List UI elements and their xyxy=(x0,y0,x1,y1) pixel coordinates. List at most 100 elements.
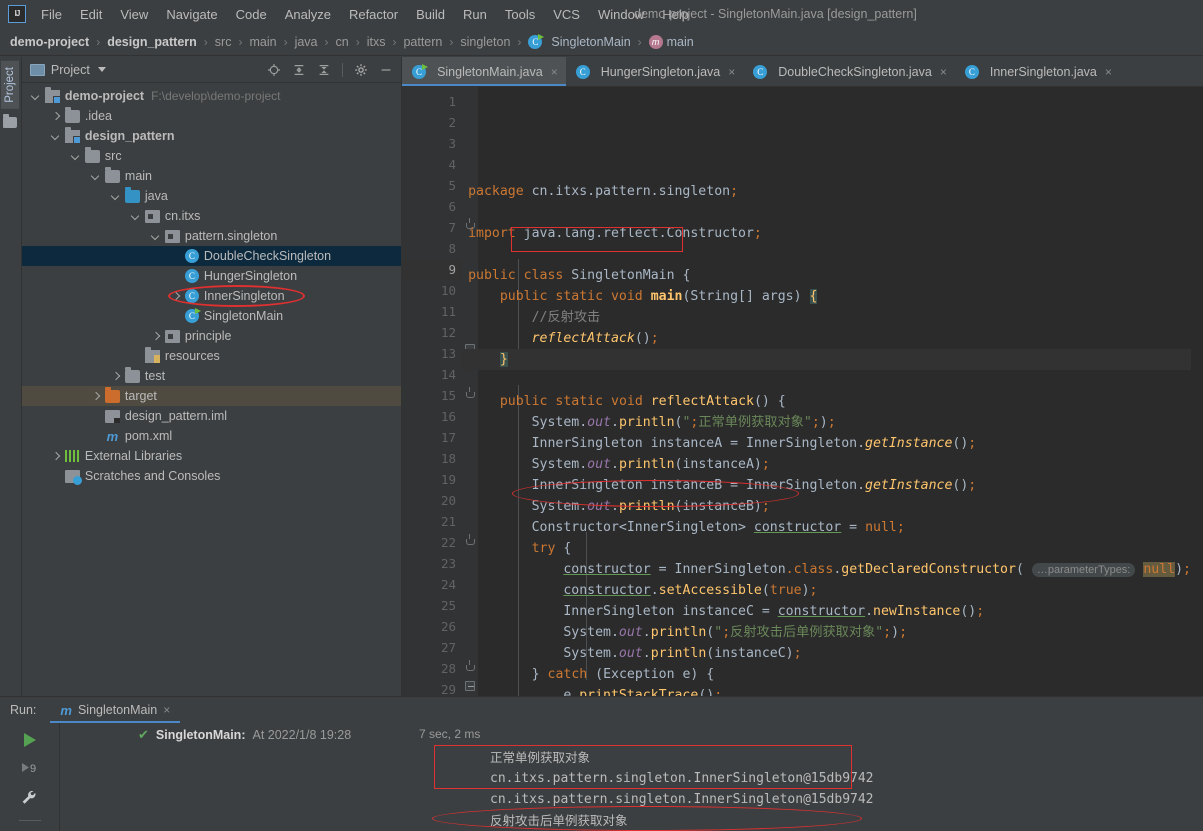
tree-item-doublechecksingleton[interactable]: C DoubleCheckSingleton xyxy=(21,246,402,266)
chevron-down-icon[interactable] xyxy=(97,67,106,72)
code-line: //反射攻击 xyxy=(531,310,601,325)
line-number: 9 xyxy=(402,259,463,280)
code-text[interactable]: package cn.itxs.pattern.singleton; import… xyxy=(462,87,1191,696)
menu-item-file[interactable]: File xyxy=(32,3,71,26)
chevron-down-icon[interactable] xyxy=(72,152,81,161)
tree-item-label: .idea xyxy=(84,109,113,123)
tree-item-scratches-and-consoles[interactable]: Scratches and Consoles xyxy=(22,466,401,486)
tree-item-hungersingleton[interactable]: C HungerSingleton xyxy=(22,266,401,286)
menu-item-vcs[interactable]: VCS xyxy=(544,3,589,26)
chevron-right-icon[interactable] xyxy=(112,372,121,381)
close-icon[interactable]: × xyxy=(163,703,170,717)
chevron-right-icon[interactable] xyxy=(52,452,61,461)
tree-item-main[interactable]: main xyxy=(22,166,401,186)
editor-tab-innersingleton-java[interactable]: C InnerSingleton.java × xyxy=(955,57,1120,86)
breadcrumb-item-demo-project[interactable]: demo-project xyxy=(10,35,89,49)
tree-item-design-pattern-iml[interactable]: design_pattern.iml xyxy=(22,406,401,426)
breadcrumb-item-singletonmain[interactable]: C SingletonMain xyxy=(528,33,631,49)
tree-item--idea[interactable]: .idea xyxy=(22,106,401,126)
locate-icon[interactable] xyxy=(267,63,281,77)
project-panel-title[interactable]: Project xyxy=(29,63,106,77)
gear-icon[interactable] xyxy=(354,63,368,77)
console-line: cn.itxs.pattern.singleton.InnerSingleton… xyxy=(490,792,874,807)
close-icon[interactable]: × xyxy=(940,65,947,79)
line-number: 8 xyxy=(448,241,457,256)
breadcrumb-item-src[interactable]: src xyxy=(215,35,232,49)
tree-item-external-libraries[interactable]: External Libraries xyxy=(22,446,401,466)
editor-tab-hungersingleton-java[interactable]: C HungerSingleton.java × xyxy=(566,57,744,86)
editor-gutter[interactable]: 1 2 3 4 5 6 7 8 9 10 11 12 13 14 15 16 17 18 19 20 21 22 23 24 2… xyxy=(402,87,479,696)
chevron-right-icon[interactable] xyxy=(152,332,161,341)
chevron-right-icon[interactable] xyxy=(92,392,101,401)
editor-tab-singletonmain-java[interactable]: C SingletonMain.java × xyxy=(402,57,566,86)
chevron-down-icon[interactable] xyxy=(32,92,41,101)
tree-item-target[interactable]: target xyxy=(21,386,402,406)
settings-wrench-icon[interactable] xyxy=(20,789,40,807)
tree-item-src[interactable]: src xyxy=(22,146,401,166)
chevron-right-icon[interactable] xyxy=(172,292,181,301)
menu-item-build[interactable]: Build xyxy=(407,3,454,26)
tree-item-pattern-singleton[interactable]: pattern.singleton xyxy=(22,226,401,246)
menu-item-navigate[interactable]: Navigate xyxy=(157,3,226,26)
rerun-icon[interactable] xyxy=(23,733,36,747)
close-icon[interactable]: × xyxy=(551,65,558,79)
tree-item-singletonmain[interactable]: C SingletonMain xyxy=(22,306,401,326)
chevron-down-icon[interactable] xyxy=(152,232,161,241)
menu-item-run[interactable]: Run xyxy=(454,3,496,26)
tool-window-button-project[interactable]: Project xyxy=(1,61,20,109)
line-number: 6 xyxy=(402,196,479,217)
breadcrumb-item-java[interactable]: java xyxy=(295,35,318,49)
breadcrumb-item-cn[interactable]: cn xyxy=(336,35,349,49)
class-runnable-icon: C xyxy=(412,63,429,79)
minimize-icon[interactable] xyxy=(379,63,393,77)
console-output[interactable]: ✔ SingletonMain: At 2022/1/8 19:28 7 sec… xyxy=(60,723,1203,831)
line-number: 13 xyxy=(441,346,457,361)
tree-item-innersingleton[interactable]: C InnerSingleton xyxy=(22,286,401,306)
line-number: 10 xyxy=(441,283,457,298)
code-line: constructor.setAccessible(true); xyxy=(563,583,818,598)
tree-item-test[interactable]: test xyxy=(22,366,401,386)
editor-tab-doublechecksingleton-java[interactable]: C DoubleCheckSingleton.java × xyxy=(743,57,955,86)
editor-tab-label: InnerSingleton.java xyxy=(989,64,1097,79)
menu-item-refactor[interactable]: Refactor xyxy=(340,3,407,26)
class-icon: C xyxy=(964,64,979,79)
chevron-right-icon[interactable] xyxy=(52,112,61,121)
breadcrumb-item-pattern[interactable]: pattern xyxy=(403,35,442,49)
console-text: 正常单例获取对象 cn.itxs.pattern.singleton.InnerS… xyxy=(490,747,874,831)
tree-item-label: cn.itxs xyxy=(164,209,201,223)
tree-item-principle[interactable]: principle xyxy=(22,326,401,346)
close-icon[interactable]: × xyxy=(1105,65,1112,79)
run-panel-side-toolbar: 9 xyxy=(0,723,60,831)
menu-item-code[interactable]: Code xyxy=(227,3,276,26)
tree-item-label: External Libraries xyxy=(84,449,183,463)
breadcrumb-item-design-pattern[interactable]: design_pattern xyxy=(107,35,197,49)
tree-item-demo-project[interactable]: demo-project F:\develop\demo-project xyxy=(22,86,401,106)
menu-item-view[interactable]: View xyxy=(111,3,157,26)
rerun-failed-tests-icon[interactable]: 9 xyxy=(20,760,40,776)
chevron-down-icon[interactable] xyxy=(132,212,141,221)
breadcrumb-item-singleton[interactable]: singleton xyxy=(460,35,510,49)
tree-item-pom-xml[interactable]: m pom.xml xyxy=(22,426,401,446)
run-tab-singletonmain[interactable]: m SingletonMain × xyxy=(50,697,181,723)
collapse-all-icon[interactable] xyxy=(317,63,331,77)
chevron-down-icon[interactable] xyxy=(112,192,121,201)
chevron-down-icon[interactable] xyxy=(92,172,101,181)
editor-error-stripe[interactable] xyxy=(1191,87,1203,696)
breadcrumb-item-main[interactable]: main xyxy=(249,35,276,49)
close-icon[interactable]: × xyxy=(728,65,735,79)
tree-item-java[interactable]: java xyxy=(22,186,401,206)
project-tree[interactable]: demo-project F:\develop\demo-project .idea… xyxy=(21,83,402,696)
menu-item-tools[interactable]: Tools xyxy=(496,3,544,26)
menu-item-analyze[interactable]: Analyze xyxy=(276,3,340,26)
menu-item-edit[interactable]: Edit xyxy=(71,3,111,26)
structure-icon[interactable] xyxy=(3,113,18,128)
expand-all-icon[interactable] xyxy=(292,63,306,77)
tree-item-resources[interactable]: resources xyxy=(22,346,401,366)
code-line: Constructor<InnerSingleton> constructor … xyxy=(468,520,905,535)
chevron-down-icon[interactable] xyxy=(52,132,61,141)
breadcrumb-item-itxs[interactable]: itxs xyxy=(367,35,386,49)
editor-content[interactable]: 1 2 3 4 5 6 7 8 9 10 11 12 13 14 15 16 17 18 19 20 21 22 23 24 2… xyxy=(402,87,1203,696)
tree-item-design-pattern[interactable]: design_pattern xyxy=(22,126,401,146)
tree-item-cn-itxs[interactable]: cn.itxs xyxy=(22,206,401,226)
breadcrumb-item-main-method[interactable]: m main xyxy=(648,34,694,49)
